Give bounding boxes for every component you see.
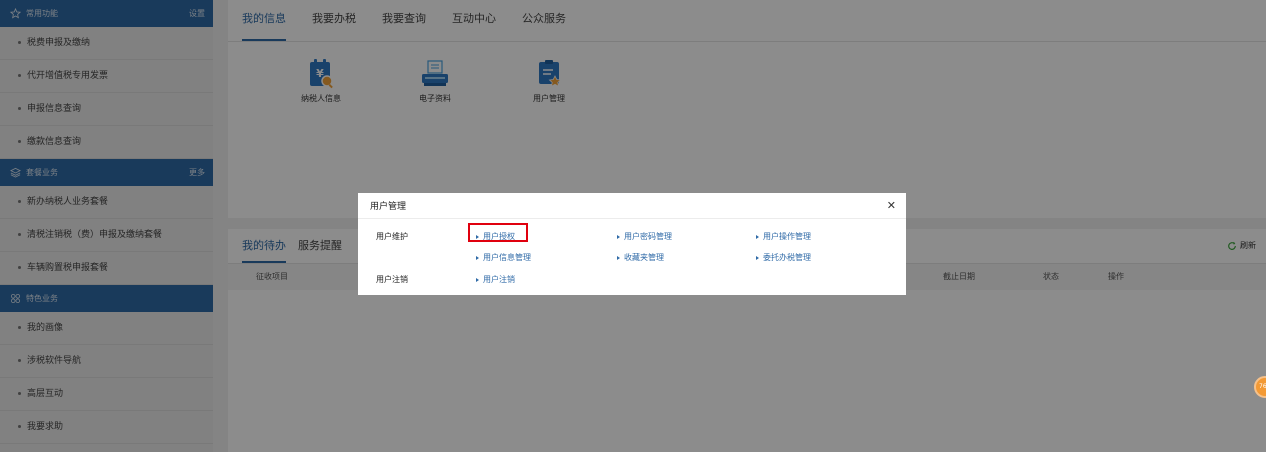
link-user-deregistration[interactable]: 用户注销: [476, 274, 515, 285]
triangle-icon: [476, 255, 479, 260]
triangle-icon: [476, 277, 479, 282]
link-password-management[interactable]: 用户密码管理: [617, 231, 672, 242]
triangle-icon: [617, 255, 620, 260]
triangle-icon: [756, 255, 759, 260]
link-label: 委托办税管理: [763, 253, 811, 262]
user-management-modal: 用户管理 ✕ 用户维护 用户授权 用户密码管理 用户操作管理 用户信息管理 收藏…: [358, 193, 906, 295]
link-favorites-management[interactable]: 收藏夹管理: [617, 252, 664, 263]
triangle-icon: [756, 234, 759, 239]
close-icon[interactable]: ✕: [887, 200, 896, 211]
triangle-icon: [476, 234, 479, 239]
link-label: 收藏夹管理: [624, 253, 664, 262]
link-label: 用户操作管理: [763, 232, 811, 241]
link-label: 用户密码管理: [624, 232, 672, 241]
link-label: 用户信息管理: [483, 253, 531, 262]
row-label-user-maintenance: 用户维护: [376, 232, 408, 241]
triangle-icon: [617, 234, 620, 239]
row-label-user-deregistration: 用户注销: [376, 275, 408, 284]
link-info-management[interactable]: 用户信息管理: [476, 252, 531, 263]
modal-header: 用户管理 ✕: [358, 193, 906, 219]
link-user-authorization[interactable]: 用户授权: [476, 231, 515, 242]
link-operation-management[interactable]: 用户操作管理: [756, 231, 811, 242]
link-label: 用户注销: [483, 275, 515, 284]
modal-title: 用户管理: [370, 202, 407, 212]
link-label: 用户授权: [483, 232, 515, 241]
link-delegated-tax-management[interactable]: 委托办税管理: [756, 252, 811, 263]
